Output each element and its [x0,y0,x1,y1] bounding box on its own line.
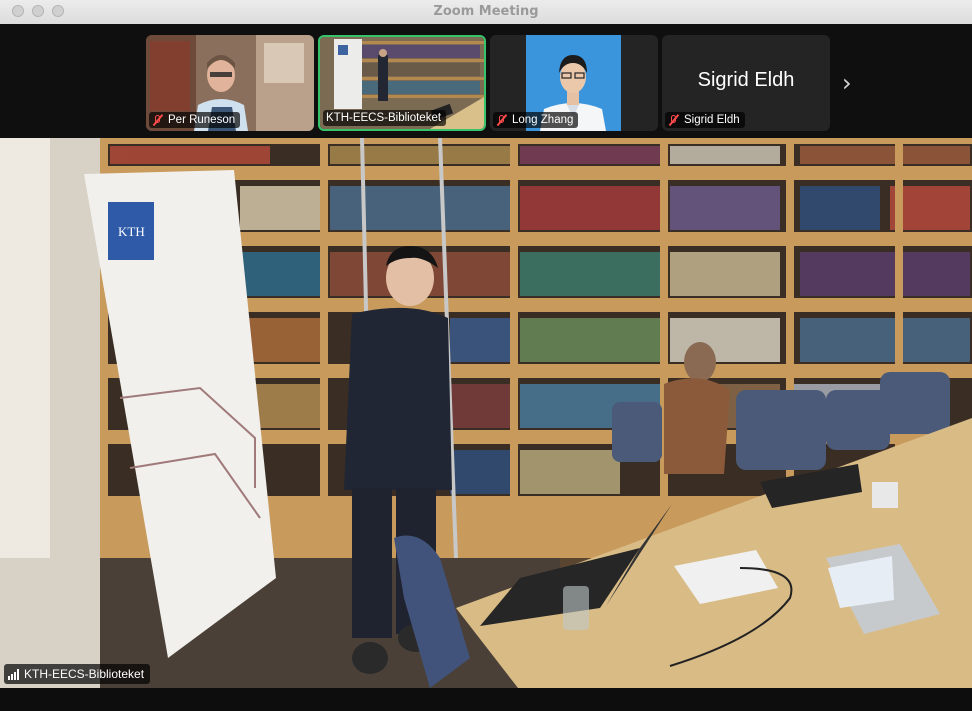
participant-name: KTH-EECS-Biblioteket [326,112,442,124]
participant-name-tag: Long Zhang [493,112,579,128]
main-video-scene: KTH [0,138,972,688]
participant-name: Long Zhang [512,114,574,126]
zoom-window: Zoom Meeting Per Runeson KTH-EECS-Biblio… [0,0,972,711]
main-video-name-tag: KTH-EECS-Biblioteket [4,664,151,684]
main-speaker-name: KTH-EECS-Biblioteket [24,667,145,681]
participant-name: Sigrid Eldh [684,114,740,126]
participant-name-tag: Per Runeson [149,112,241,128]
participant-strip: Per Runeson KTH-EECS-Biblioteket Long Zh… [0,24,972,138]
participant-tile-per-runeson[interactable]: Per Runeson [146,35,314,131]
chevron-right-icon[interactable]: › [842,69,852,97]
participant-tile-long-zhang[interactable]: Long Zhang [490,35,658,131]
microphone-muted-icon [152,114,164,126]
participant-display-name: Sigrid Eldh [697,69,795,91]
participant-name: Per Runeson [168,114,236,126]
participant-tile-sigrid-eldh[interactable]: Sigrid Eldh Sigrid Eldh [662,35,830,131]
window-title: Zoom Meeting [433,4,539,19]
bottom-bar [0,688,972,711]
participant-name-tag: Sigrid Eldh [665,112,745,128]
kth-logo-text: KTH [118,224,145,239]
participant-name-tag: KTH-EECS-Biblioteket [323,110,447,126]
title-bar: Zoom Meeting [0,0,972,25]
connection-signal-icon [8,668,19,680]
microphone-muted-icon [496,114,508,126]
microphone-muted-icon [668,114,680,126]
main-video: KTH [0,138,972,688]
participant-tile-kth-eecs-biblioteket[interactable]: KTH-EECS-Biblioteket [318,35,486,131]
